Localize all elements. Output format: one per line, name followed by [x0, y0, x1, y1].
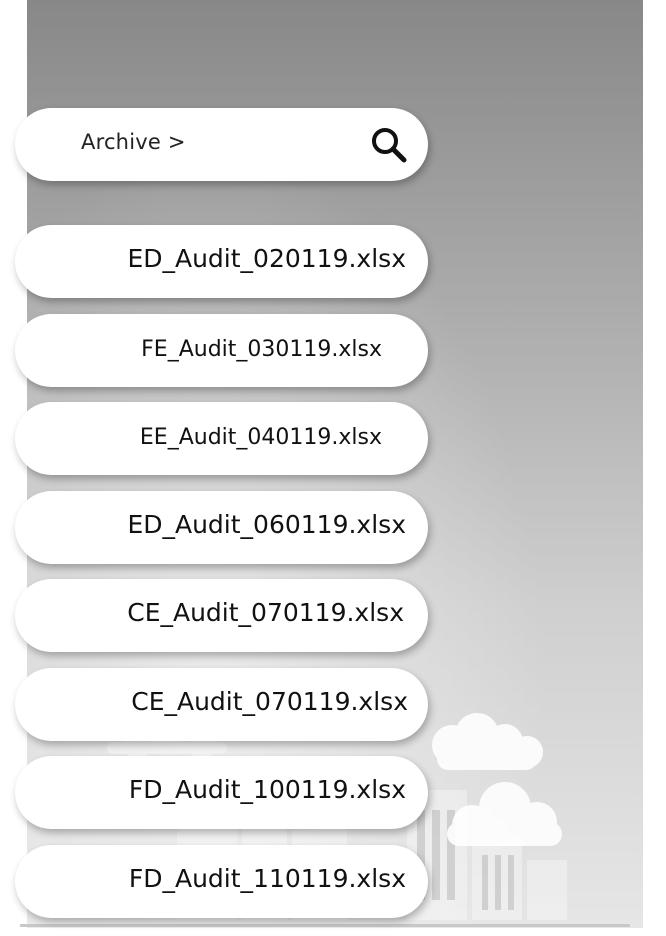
file-name: ED_Audit_020119.xlsx: [127, 244, 406, 273]
search-bar[interactable]: Archive >: [15, 108, 428, 181]
file-name: CE_Audit_070119.xlsx: [131, 687, 408, 716]
file-name: EE_Audit_040119.xlsx: [139, 425, 382, 450]
search-icon[interactable]: [369, 125, 409, 165]
file-name: FE_Audit_030119.xlsx: [141, 337, 382, 362]
file-item[interactable]: CE_Audit_070119.xlsx: [15, 579, 428, 652]
file-item[interactable]: EE_Audit_040119.xlsx: [15, 402, 428, 475]
file-item[interactable]: ED_Audit_060119.xlsx: [15, 491, 428, 564]
file-item[interactable]: CE_Audit_070119.xlsx: [15, 668, 428, 741]
file-item[interactable]: FD_Audit_110119.xlsx: [15, 845, 428, 918]
file-item[interactable]: FD_Audit_100119.xlsx: [15, 756, 428, 829]
file-name: ED_Audit_060119.xlsx: [127, 510, 406, 539]
file-name: FD_Audit_100119.xlsx: [128, 775, 406, 804]
file-name: FD_Audit_110119.xlsx: [128, 864, 406, 893]
breadcrumb[interactable]: Archive >: [81, 130, 186, 154]
file-item[interactable]: ED_Audit_020119.xlsx: [15, 225, 428, 298]
bottom-divider: [20, 924, 630, 927]
file-name: CE_Audit_070119.xlsx: [127, 598, 404, 627]
file-item[interactable]: FE_Audit_030119.xlsx: [15, 314, 428, 387]
app-screen: Archive > ED_Audit_020119.xlsx FE_Audit_…: [0, 0, 666, 936]
